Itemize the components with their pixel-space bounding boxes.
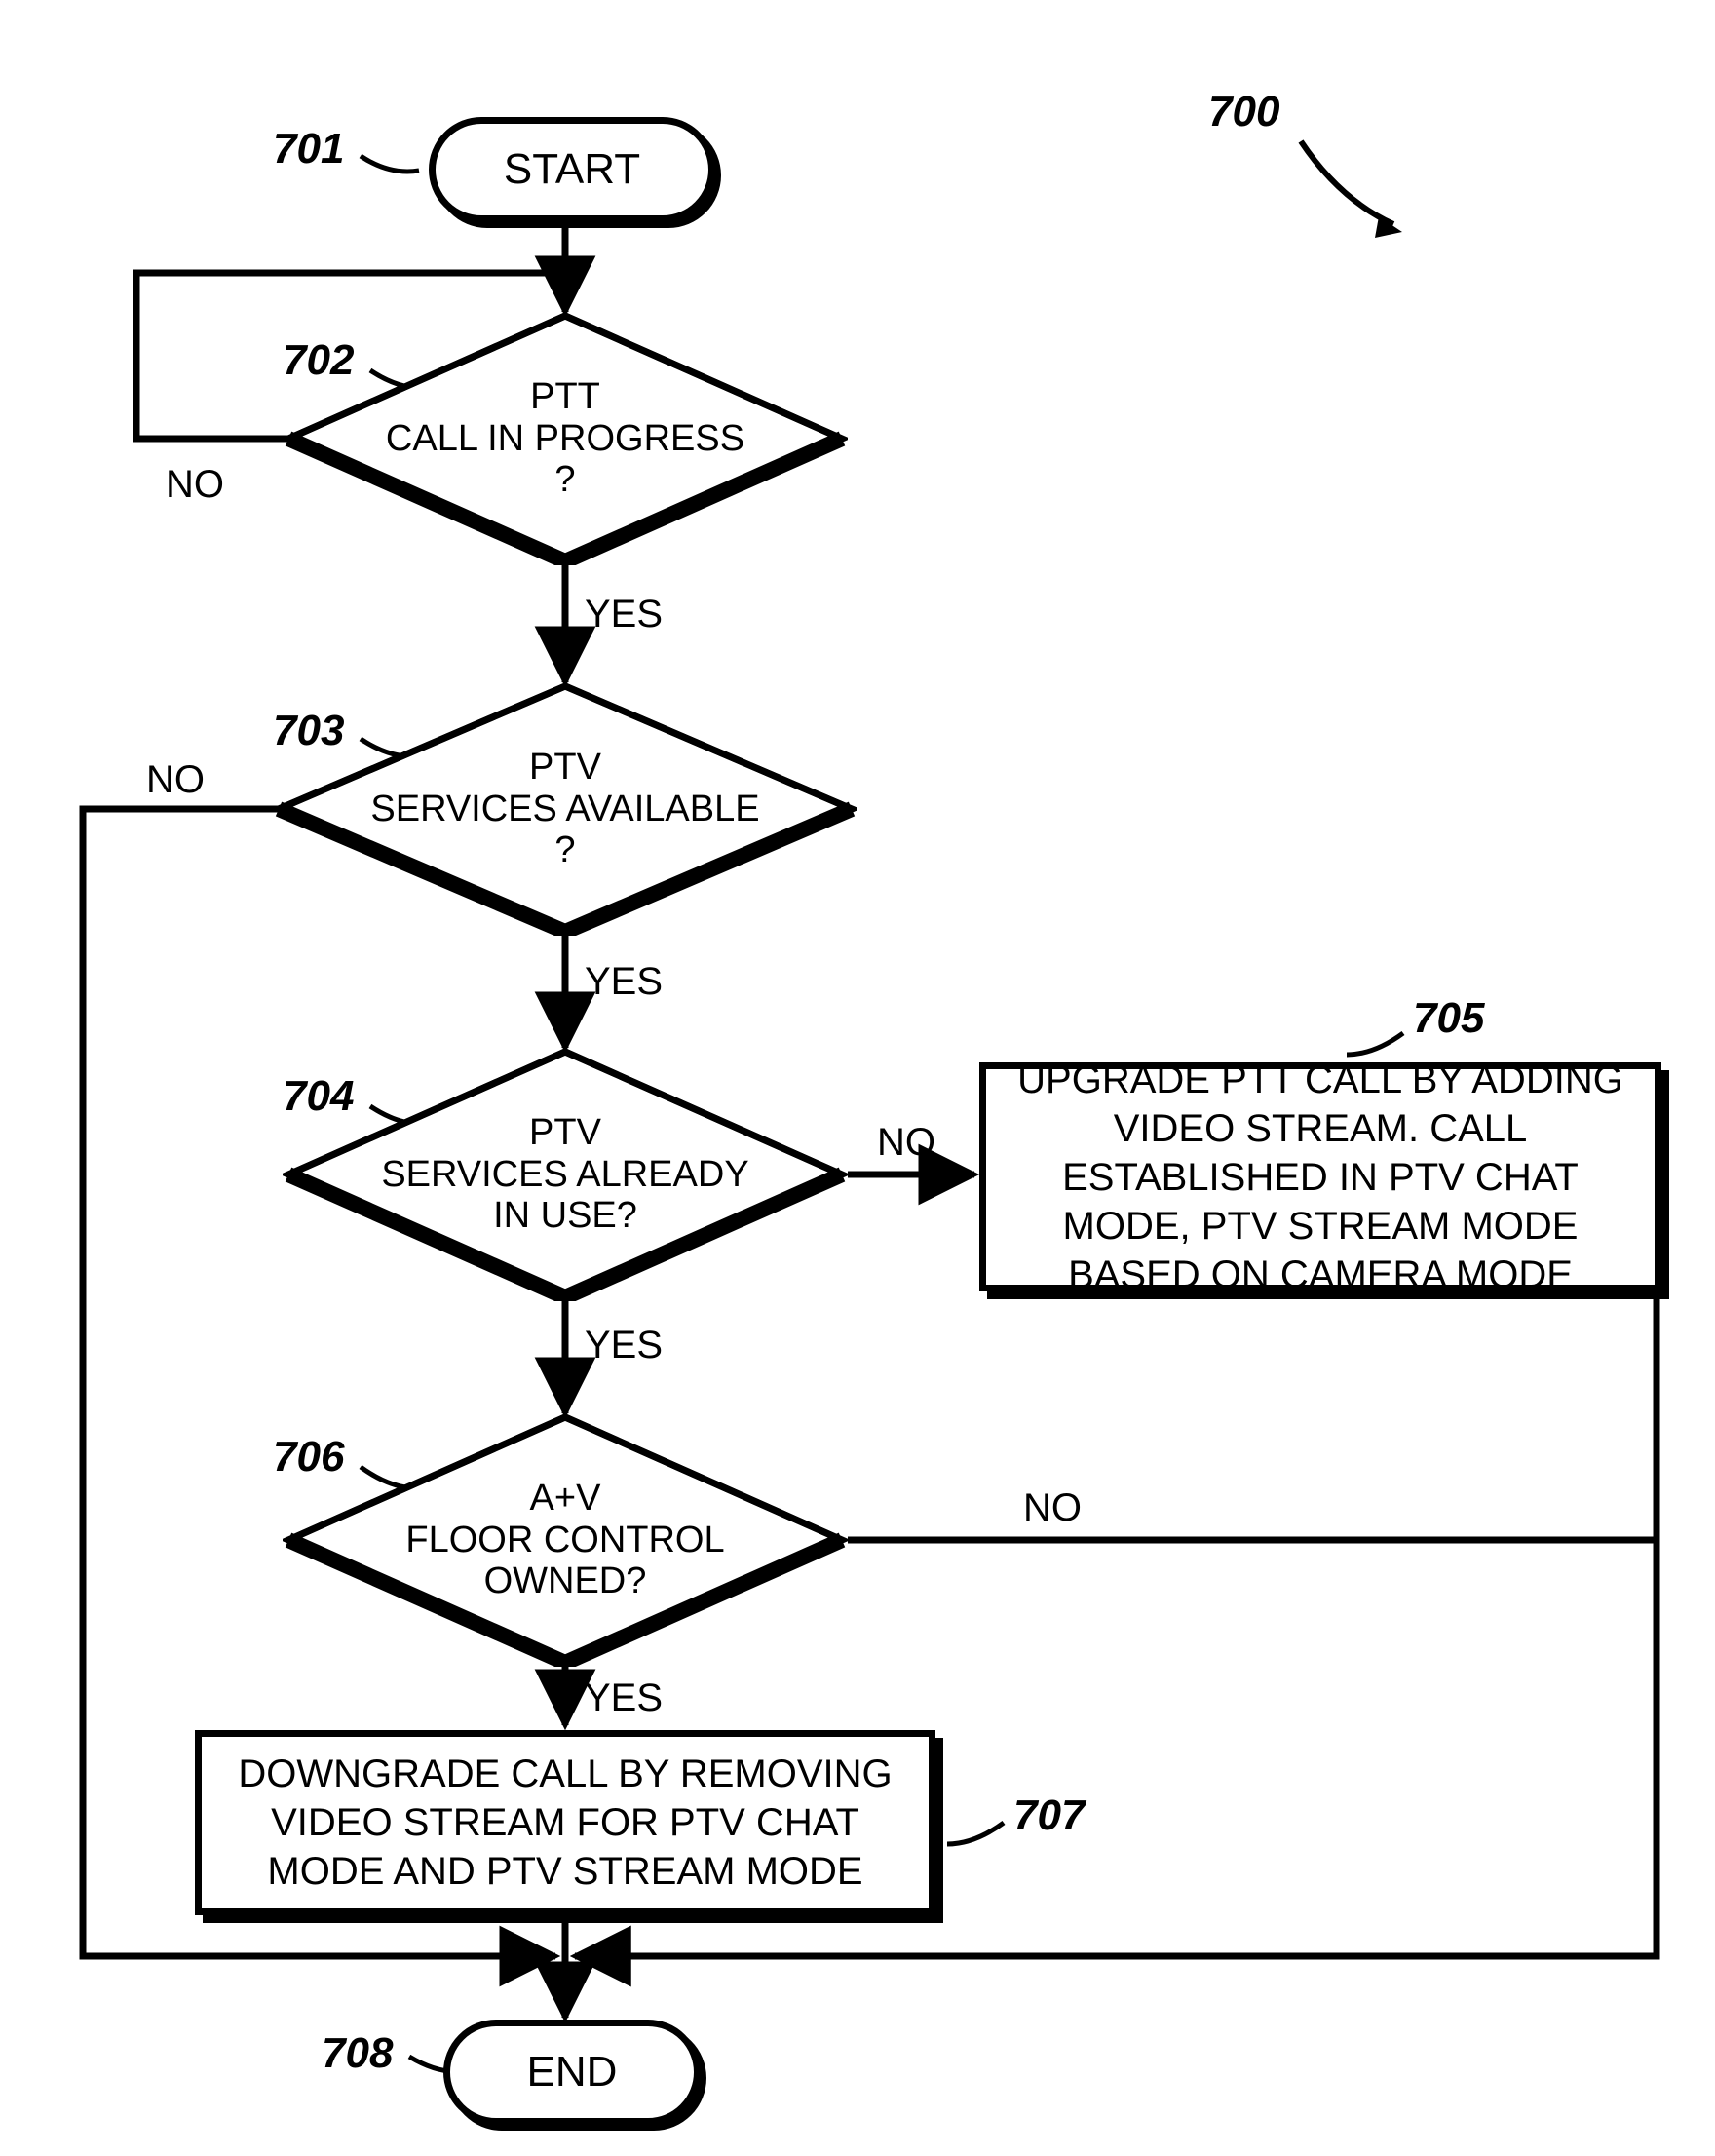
decision-704: PTVSERVICES ALREADYIN USE?	[283, 1048, 848, 1301]
flowchart-canvas: 700 START 701 PTTCALL IN PROGRESS? 702 N…	[0, 0, 1715, 2156]
ref-702: 702	[283, 336, 354, 385]
decision-703: PTVSERVICES AVAILABLE?	[273, 682, 858, 936]
ref-700: 700	[1208, 88, 1279, 136]
ref-703: 703	[273, 707, 344, 755]
ref-706: 706	[273, 1433, 344, 1482]
process-705: UPGRADE PTT CALL BY ADDING VIDEO STREAM.…	[979, 1062, 1661, 1291]
ref-701: 701	[273, 125, 344, 173]
decision-702-text: PTTCALL IN PROGRESS?	[283, 312, 848, 565]
process-707: DOWNGRADE CALL BY REMOVING VIDEO STREAM …	[195, 1730, 935, 1915]
edge-704-no: NO	[877, 1121, 935, 1165]
edge-703-no: NO	[146, 758, 205, 802]
edge-706-yes: YES	[585, 1676, 663, 1720]
decision-703-text: PTVSERVICES AVAILABLE?	[273, 682, 858, 936]
edge-702-no: NO	[166, 463, 224, 507]
edge-704-yes: YES	[585, 1324, 663, 1367]
decision-702: PTTCALL IN PROGRESS?	[283, 312, 848, 565]
edge-702-yes: YES	[585, 593, 663, 636]
ref-704: 704	[283, 1072, 354, 1121]
decision-706-text: A+VFLOOR CONTROLOWNED?	[283, 1413, 848, 1667]
edge-703-yes: YES	[585, 960, 663, 1004]
ref-707: 707	[1013, 1791, 1085, 1840]
decision-704-text: PTVSERVICES ALREADYIN USE?	[283, 1048, 848, 1301]
ref-708: 708	[322, 2029, 393, 2078]
ref-705: 705	[1413, 994, 1484, 1043]
decision-706: A+VFLOOR CONTROLOWNED?	[283, 1413, 848, 1667]
edge-706-no: NO	[1023, 1486, 1082, 1530]
start-terminator: START	[429, 117, 715, 222]
end-terminator: END	[443, 2020, 701, 2125]
